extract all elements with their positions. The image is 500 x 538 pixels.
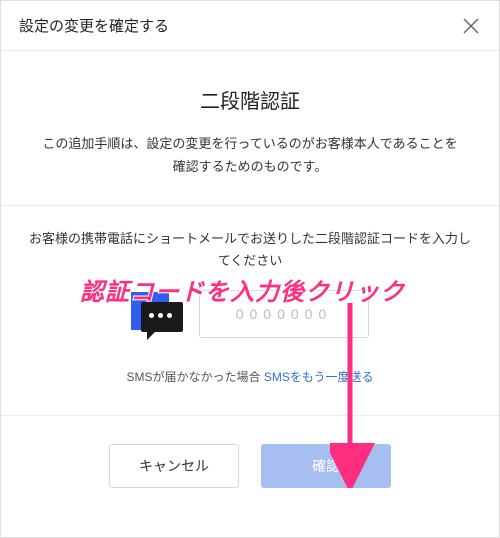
- modal-footer: キャンセル 確認: [1, 416, 499, 516]
- two-factor-heading: 二段階認証: [41, 85, 459, 114]
- confirm-button[interactable]: 確認: [261, 444, 391, 488]
- cancel-button[interactable]: キャンセル: [109, 444, 239, 488]
- confirm-settings-modal: 設定の変更を確定する 二段階認証 この追加手順は、設定の変更を行っているのがお客…: [0, 0, 500, 538]
- two-factor-description: この追加手順は、設定の変更を行っているのがお客様本人であることを確認するためのも…: [41, 132, 459, 179]
- intro-section: 二段階認証 この追加手順は、設定の変更を行っているのがお客様本人であることを確認…: [1, 51, 499, 206]
- modal-title: 設定の変更を確定する: [19, 15, 169, 36]
- code-row: [23, 290, 477, 338]
- resend-row: SMSが届かなかった場合 SMSをもう一度送る: [23, 368, 477, 385]
- verification-code-input[interactable]: [199, 290, 369, 338]
- close-icon[interactable]: [461, 16, 481, 36]
- modal-header: 設定の変更を確定する: [1, 1, 499, 51]
- code-prompt: お客様の携帯電話にショートメールでお送りした二段階認証コードを入力してください: [23, 228, 477, 272]
- sms-icon: [131, 292, 185, 336]
- resend-sms-link[interactable]: SMSをもう一度送る: [264, 370, 374, 384]
- code-section: お客様の携帯電話にショートメールでお送りした二段階認証コードを入力してください …: [1, 206, 499, 416]
- resend-label: SMSが届かなかった場合: [127, 370, 264, 384]
